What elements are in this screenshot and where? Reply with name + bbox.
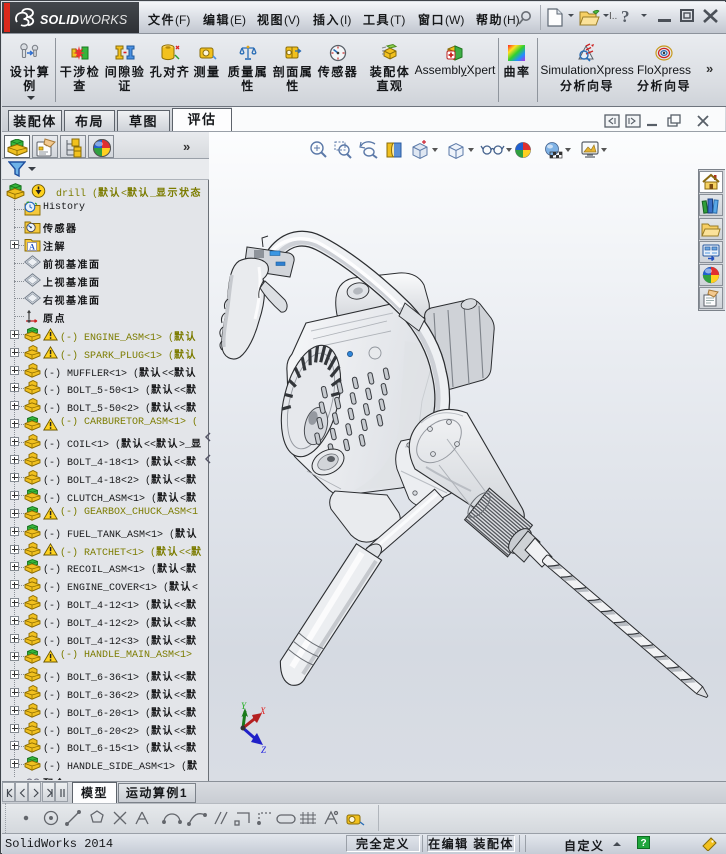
svg-text:Z: Z	[261, 745, 267, 755]
svg-text:A: A	[29, 243, 35, 252]
svg-text:X: X	[259, 706, 266, 716]
svg-text:Y: Y	[241, 701, 247, 711]
